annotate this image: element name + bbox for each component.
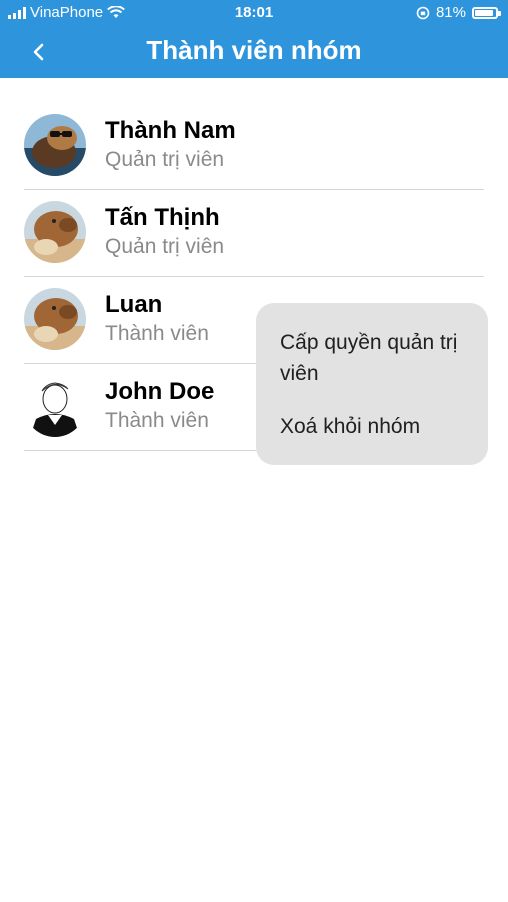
- member-name: Luan: [105, 291, 163, 318]
- battery-percent: 81%: [435, 4, 466, 21]
- member-role: Quản trị viên: [105, 148, 225, 171]
- grant-admin-menu-item[interactable]: Cấp quyền quản trị viên: [280, 327, 470, 389]
- member-role: Thành viên: [105, 322, 209, 345]
- status-bar: VinaPhone 18:01 81%: [0, 0, 508, 26]
- member-role: Quản trị viên: [105, 235, 225, 258]
- member-name: Tấn Thịnh: [105, 204, 220, 231]
- avatar: [24, 114, 86, 176]
- member-row[interactable]: Thành Nam Quản trị viên: [0, 103, 508, 190]
- member-role: Thành viên: [105, 409, 209, 432]
- member-context-menu: Cấp quyền quản trị viên Xoá khỏi nhóm: [256, 303, 488, 465]
- avatar: [24, 375, 86, 437]
- member-name: John Doe: [105, 378, 215, 405]
- header-bar: VinaPhone 18:01 81% Thành viên nhóm: [0, 0, 508, 78]
- page-title: Thành viên nhóm: [146, 35, 362, 65]
- member-name: Thành Nam: [105, 117, 236, 144]
- orientation-lock-icon: [416, 6, 430, 19]
- navigation-bar: Thành viên nhóm: [0, 26, 508, 78]
- battery-icon: [472, 6, 501, 19]
- remove-from-group-menu-item[interactable]: Xoá khỏi nhóm: [280, 411, 470, 442]
- avatar: [24, 288, 86, 350]
- member-row[interactable]: Tấn Thịnh Quản trị viên: [0, 190, 508, 277]
- avatar: [24, 201, 86, 263]
